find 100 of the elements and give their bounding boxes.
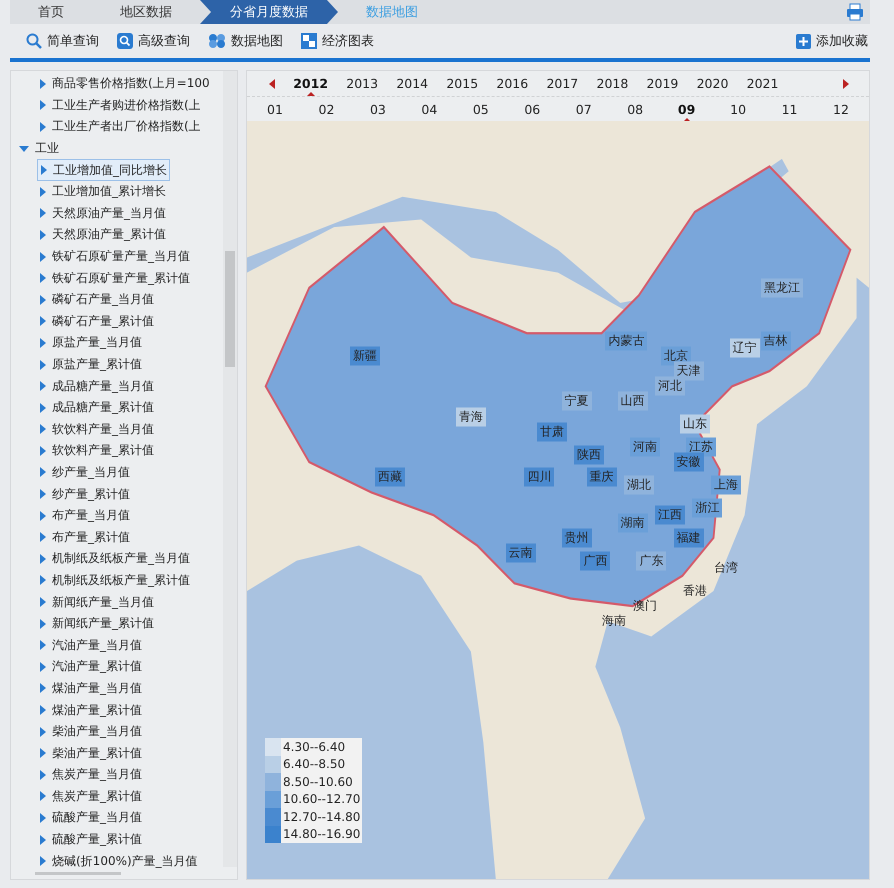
tree-item[interactable]: 商品零售价格指数(上月=100 bbox=[37, 73, 212, 95]
province-label[interactable]: 上海 bbox=[710, 475, 741, 494]
tree-item[interactable]: 纱产量_累计值 bbox=[37, 483, 132, 505]
tree-item[interactable]: 汽油产量_当月值 bbox=[37, 634, 144, 656]
province-label[interactable]: 湖北 bbox=[624, 475, 654, 494]
breadcrumb-link[interactable]: 地区数据 bbox=[92, 0, 200, 24]
month-tick[interactable]: 08 bbox=[621, 97, 650, 122]
tree-item[interactable]: 成品糖产量_当月值 bbox=[37, 375, 156, 397]
tree-item[interactable]: 机制纸及纸板产量_累计值 bbox=[37, 570, 192, 592]
month-tick[interactable]: 06 bbox=[518, 97, 546, 122]
province-label[interactable]: 陕西 bbox=[574, 445, 604, 464]
month-tick[interactable]: 11 bbox=[776, 97, 804, 122]
tree-item[interactable]: 纱产量_当月值 bbox=[37, 462, 132, 484]
tree-item[interactable]: 软饮料产量_累计值 bbox=[37, 440, 156, 462]
year-tick[interactable]: 2013 bbox=[346, 71, 378, 96]
tree-item[interactable]: 铁矿石原矿量产量_累计值 bbox=[37, 267, 192, 289]
province-label[interactable]: 安徽 bbox=[674, 452, 704, 472]
month-tick[interactable]: 03 bbox=[364, 97, 392, 122]
tree-item[interactable]: 硫酸产量_当月值 bbox=[37, 807, 144, 829]
year-tick[interactable]: 2019 bbox=[646, 71, 678, 96]
tree-item[interactable]: 磷矿石产量_当月值 bbox=[37, 288, 156, 311]
month-tick[interactable]: 12 bbox=[826, 97, 855, 122]
year-tick[interactable]: 2012 bbox=[293, 71, 328, 96]
tree-item[interactable]: 磷矿石产量_累计值 bbox=[37, 310, 156, 332]
tree-item[interactable]: 煤油产量_累计值 bbox=[37, 699, 144, 721]
province-label[interactable]: 云南 bbox=[506, 544, 536, 563]
toolbar-button[interactable]: 高级查询 bbox=[115, 30, 192, 52]
province-label[interactable]: 澳门 bbox=[630, 596, 660, 616]
year-tick[interactable]: 2018 bbox=[596, 71, 628, 96]
left-arrow-icon[interactable] bbox=[269, 78, 275, 88]
tree-item[interactable]: 柴油产量_累计值 bbox=[37, 742, 144, 764]
tree-item[interactable]: 布产量_当月值 bbox=[37, 504, 132, 526]
province-label[interactable]: 黑龙江 bbox=[760, 278, 803, 298]
tree-item[interactable]: 天然原油产量_当月值 bbox=[37, 202, 168, 224]
year-tick[interactable]: 2021 bbox=[746, 71, 778, 96]
tree-item[interactable]: 汽油产量_累计值 bbox=[37, 656, 144, 678]
month-tick[interactable]: 04 bbox=[415, 97, 444, 122]
toolbar-button[interactable]: 经济图表 bbox=[299, 30, 376, 52]
province-label[interactable]: 重庆 bbox=[586, 468, 617, 487]
province-label[interactable]: 福建 bbox=[674, 528, 704, 548]
province-label[interactable]: 香港 bbox=[680, 581, 710, 600]
province-label[interactable]: 宁夏 bbox=[562, 392, 592, 411]
month-tick[interactable]: 10 bbox=[724, 97, 752, 122]
tree-item[interactable]: 柴油产量_当月值 bbox=[37, 720, 144, 742]
tree-item[interactable]: 硫酸产量_累计值 bbox=[37, 828, 144, 850]
province-label[interactable]: 山西 bbox=[618, 392, 648, 411]
province-label[interactable]: 广西 bbox=[580, 551, 610, 570]
tree-item[interactable]: 焦炭产量_累计值 bbox=[37, 786, 144, 808]
tree-item[interactable]: 布产量_累计值 bbox=[37, 526, 132, 548]
year-tick[interactable]: 2020 bbox=[696, 71, 728, 96]
province-label[interactable]: 江西 bbox=[654, 506, 685, 525]
province-label[interactable]: 青海 bbox=[456, 407, 486, 426]
tree-item[interactable]: 机制纸及纸板产量_当月值 bbox=[37, 548, 192, 570]
breadcrumb-link[interactable]: 首页 bbox=[10, 0, 92, 24]
tree-item[interactable]: 工业增加值_同比增长 bbox=[37, 159, 170, 181]
year-tick[interactable]: 2014 bbox=[396, 71, 428, 96]
province-label[interactable]: 吉林 bbox=[760, 331, 791, 350]
scrollbar[interactable] bbox=[223, 71, 237, 867]
tree-item[interactable]: 工业生产者出厂价格指数(上 bbox=[37, 116, 203, 138]
tree-item[interactable]: 原盐产量_累计值 bbox=[37, 354, 144, 376]
tree-item[interactable]: 天然原油产量_累计值 bbox=[37, 224, 168, 246]
province-label[interactable]: 台湾 bbox=[710, 558, 741, 578]
month-tick[interactable]: 07 bbox=[570, 97, 598, 122]
toolbar-button[interactable]: 数据地图 bbox=[206, 30, 285, 52]
year-tick[interactable]: 2016 bbox=[496, 71, 528, 96]
tree-item[interactable]: 原盐产量_当月值 bbox=[37, 332, 144, 354]
province-label[interactable]: 天津 bbox=[674, 362, 704, 381]
toolbar-button[interactable]: 简单查询 bbox=[24, 30, 101, 52]
tree-item[interactable]: 新闻纸产量_当月值 bbox=[37, 591, 156, 613]
breadcrumb-link[interactable]: 分省月度数据 bbox=[200, 0, 338, 24]
province-label[interactable]: 新疆 bbox=[350, 346, 380, 366]
tree-node[interactable]: 工业 bbox=[19, 138, 221, 160]
tree-item[interactable]: 工业生产者购进价格指数(上 bbox=[37, 94, 203, 116]
tree-item[interactable]: 工业增加值_累计增长 bbox=[37, 180, 168, 203]
province-label[interactable]: 甘肃 bbox=[536, 422, 567, 442]
province-label[interactable]: 广东 bbox=[636, 551, 666, 570]
tree-item[interactable]: 软饮料产量_当月值 bbox=[37, 418, 156, 440]
tree-item[interactable]: 新闻纸产量_累计值 bbox=[37, 612, 156, 634]
province-label[interactable]: 西藏 bbox=[375, 468, 406, 487]
tree-item[interactable]: 烧碱(折100%)产量_当月值 bbox=[37, 850, 200, 872]
right-arrow-icon[interactable] bbox=[842, 78, 849, 88]
province-label[interactable]: 海南 bbox=[598, 612, 629, 631]
province-label[interactable]: 湖南 bbox=[618, 513, 648, 532]
month-tick[interactable]: 05 bbox=[466, 97, 495, 122]
year-tick[interactable]: 2015 bbox=[446, 71, 478, 96]
tree-item[interactable]: 成品糖产量_累计值 bbox=[37, 396, 156, 418]
province-label[interactable]: 内蒙古 bbox=[605, 331, 648, 350]
add-favorite-button[interactable]: 添加收藏 bbox=[794, 30, 870, 52]
province-label[interactable]: 河南 bbox=[630, 437, 660, 456]
tree-item[interactable]: 铁矿石原矿量产量_当月值 bbox=[37, 246, 192, 268]
month-tick[interactable]: 01 bbox=[261, 97, 289, 122]
year-tick[interactable]: 2017 bbox=[546, 71, 578, 96]
province-label[interactable]: 贵州 bbox=[562, 528, 592, 548]
printer-icon[interactable] bbox=[846, 3, 864, 21]
province-label[interactable]: 辽宁 bbox=[730, 338, 760, 358]
month-tick[interactable]: 02 bbox=[312, 97, 340, 122]
tree-item[interactable]: 焦炭产量_当月值 bbox=[37, 764, 144, 786]
province-label[interactable]: 四川 bbox=[524, 468, 554, 487]
province-label[interactable]: 山东 bbox=[680, 414, 710, 434]
province-label[interactable]: 浙江 bbox=[692, 498, 722, 518]
